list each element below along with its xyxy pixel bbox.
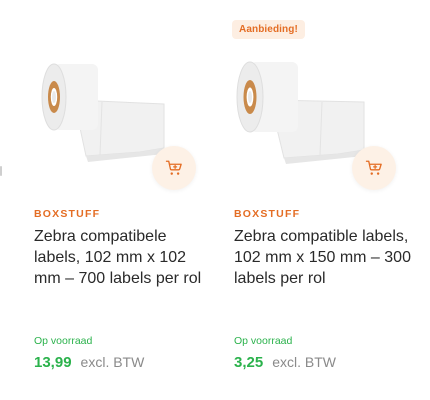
- sale-badge: Aanbieding!: [232, 20, 305, 39]
- price-tax-note: excl. BTW: [80, 354, 145, 370]
- product-grid: BOXSTUFF Zebra compatibele labels, 102 m…: [0, 0, 430, 400]
- product-title[interactable]: Zebra compatible labels, 102 mm x 150 mm…: [234, 226, 414, 289]
- stock-status: Op voorraad: [34, 335, 93, 347]
- price-row: 3,25 excl. BTW: [234, 354, 336, 371]
- add-to-cart-button[interactable]: [152, 146, 196, 190]
- product-card[interactable]: BOXSTUFF Zebra compatibele labels, 102 m…: [14, 0, 204, 400]
- price-row: 13,99 excl. BTW: [34, 354, 144, 371]
- product-price: 13,99: [34, 354, 72, 371]
- product-price: 3,25: [234, 354, 264, 371]
- product-title[interactable]: Zebra compatibele labels, 102 mm x 102 m…: [34, 226, 214, 289]
- add-to-cart-button[interactable]: [352, 146, 396, 190]
- add-to-cart-icon: [365, 160, 382, 175]
- product-brand[interactable]: BOXSTUFF: [34, 208, 100, 220]
- product-card[interactable]: Aanbieding! BOXSTUFF Zebra compatible la…: [214, 0, 411, 400]
- carousel-edge-indicator: [0, 166, 2, 176]
- product-brand[interactable]: BOXSTUFF: [234, 208, 300, 220]
- price-tax-note: excl. BTW: [272, 354, 336, 370]
- add-to-cart-icon: [165, 160, 182, 175]
- stock-status: Op voorraad: [234, 335, 293, 347]
